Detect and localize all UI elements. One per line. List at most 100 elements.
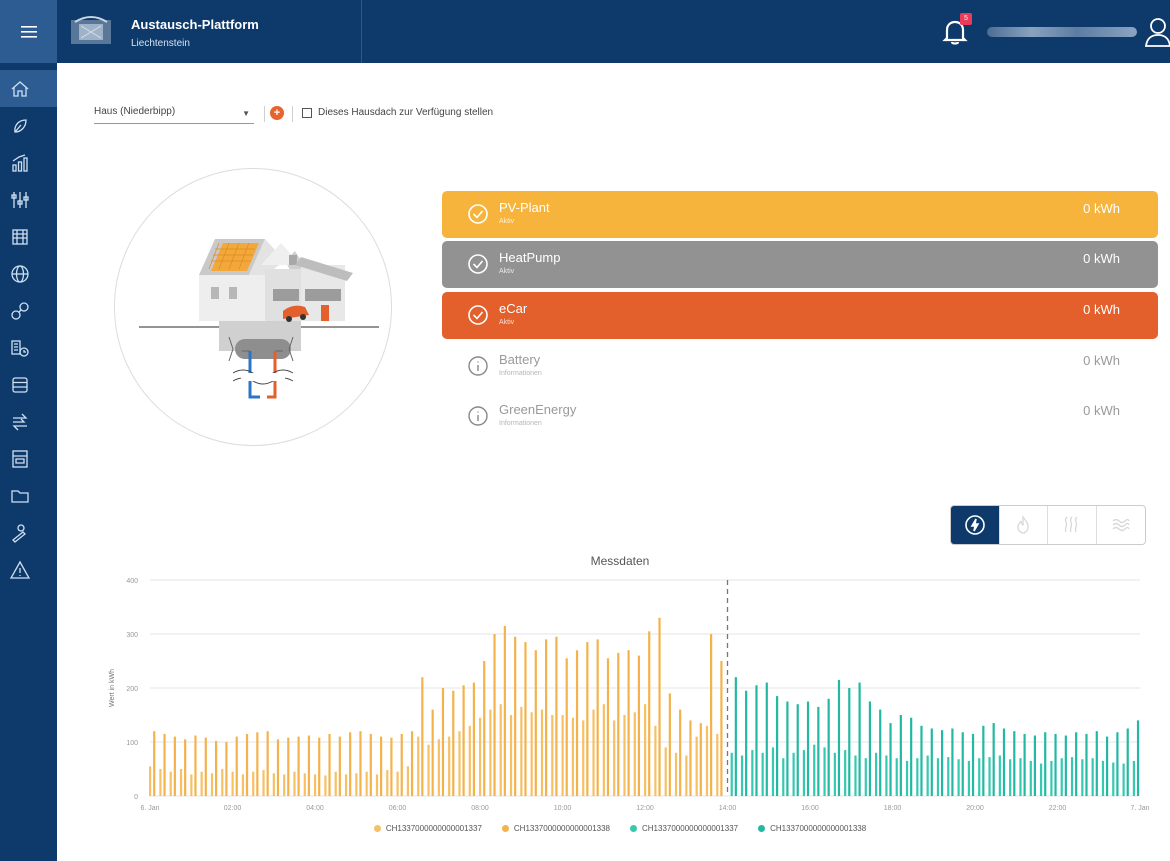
chart-bar	[427, 744, 430, 796]
toggle-electricity[interactable]	[951, 506, 1000, 544]
chart-bar	[710, 634, 713, 796]
chart-bar	[910, 717, 913, 796]
user-icon[interactable]	[1144, 16, 1170, 48]
legend-dot	[758, 825, 766, 832]
chart-bar	[149, 766, 152, 796]
sidebar-item-statistics[interactable]	[0, 144, 57, 181]
brand[interactable]: Austausch-Plattform Liechtenstein	[57, 0, 362, 63]
sidebar-item-exchange[interactable]	[0, 403, 57, 440]
chart-bar	[827, 698, 830, 796]
chart-bar	[314, 774, 317, 796]
sidebar-item-settings[interactable]	[0, 181, 57, 218]
device-heatpump[interactable]: HeatPump Aktiv 0 kWh	[442, 241, 1158, 288]
sidebar-item-servers[interactable]	[0, 366, 57, 403]
sidebar-item-buildings[interactable]	[0, 329, 57, 366]
chart-bar	[169, 771, 172, 796]
chart-bar	[380, 736, 383, 796]
chart-bar	[1085, 733, 1088, 796]
chart-bar	[978, 758, 981, 796]
chart-bar	[823, 747, 826, 796]
sidebar-item-documents[interactable]	[0, 477, 57, 514]
add-house-button[interactable]: +	[270, 106, 284, 120]
chart-bar	[297, 736, 300, 796]
sidebar-item-cabinet[interactable]	[0, 440, 57, 477]
chart-bar	[606, 658, 610, 796]
chart-bar	[225, 742, 228, 796]
chart-bar	[375, 774, 379, 796]
chart-bar	[623, 715, 626, 796]
sidebar-item-market[interactable]	[0, 218, 57, 255]
sidebar-item-globe[interactable]	[0, 255, 57, 292]
chart-legend: CH1337000000000001337 CH1337000000000001…	[0, 824, 1170, 833]
chart-bar	[231, 771, 234, 796]
chart-bar	[627, 650, 630, 796]
chart-bar	[905, 760, 909, 796]
chart-bar	[153, 731, 156, 796]
sidebar-item-network[interactable]	[0, 292, 57, 329]
hamburger-menu-button[interactable]	[0, 0, 57, 63]
legend-item[interactable]: CH1337000000000001338	[501, 824, 610, 833]
chart-bar	[1122, 763, 1125, 796]
chart-bar	[755, 685, 758, 796]
sidebar-nav	[0, 70, 57, 588]
device-value: 0 kWh	[1083, 403, 1120, 418]
device-pv-plant[interactable]: PV-Plant Aktiv 0 kWh	[442, 191, 1158, 238]
share-roof-checkbox[interactable]	[302, 108, 312, 118]
chart-bar	[344, 774, 348, 796]
x-tick-label: 06:00	[389, 805, 407, 812]
sidebar-item-home[interactable]	[0, 70, 57, 107]
toggle-heat[interactable]	[1048, 506, 1097, 544]
device-name: HeatPump	[499, 250, 561, 265]
chart-bar	[190, 774, 193, 796]
device-battery[interactable]: Battery Informationen 0 kWh	[442, 343, 1158, 390]
chart-bar	[806, 701, 810, 796]
chart-bar	[941, 730, 944, 796]
divider	[264, 106, 265, 122]
house-illustration-circle	[114, 168, 392, 446]
chart-bar	[400, 733, 403, 796]
chart-bar	[668, 693, 671, 796]
chart-bar	[1023, 733, 1026, 796]
sidebar-item-user-edit[interactable]	[0, 514, 57, 551]
x-tick-label: 22:00	[1049, 805, 1067, 812]
chart-bar	[210, 773, 214, 796]
chart-bar	[637, 655, 641, 796]
chart-bar	[602, 704, 605, 796]
chart-bar	[555, 636, 558, 796]
chart-bar	[338, 736, 341, 796]
device-status: Aktiv	[499, 218, 515, 225]
chart-bar	[813, 744, 816, 796]
chart-bar	[235, 736, 238, 796]
legend-item[interactable]: CH1337000000000001337	[630, 824, 738, 833]
device-name: GreenEnergy	[499, 402, 577, 417]
toggle-water[interactable]	[1097, 506, 1146, 544]
legend-item[interactable]: CH1337000000000001337	[373, 824, 482, 833]
chart-bar	[971, 733, 975, 796]
chart-bar	[699, 723, 702, 796]
device-ecar[interactable]: eCar Aktiv 0 kWh	[442, 292, 1158, 339]
chart-bar	[365, 771, 368, 796]
username-blurred[interactable]	[987, 27, 1137, 37]
house-select[interactable]: Haus (Niederbipp) ▼	[94, 106, 254, 124]
globe-icon	[11, 264, 29, 283]
chart-bar	[530, 712, 533, 796]
sliders-icon	[11, 191, 29, 208]
legend-item[interactable]: CH1337000000000001338	[758, 824, 866, 833]
chart-bar	[582, 720, 585, 796]
sidebar-item-leaf[interactable]	[0, 107, 57, 144]
chart-bar	[951, 728, 954, 796]
chart-bar	[1040, 763, 1043, 796]
chart-bar	[920, 725, 923, 796]
chart-bar	[633, 712, 636, 796]
house-illustration	[139, 239, 379, 399]
device-greenenergy[interactable]: GreenEnergy Informationen 0 kWh	[442, 393, 1158, 440]
chart-bar	[458, 731, 461, 796]
chart-bar	[545, 639, 548, 796]
chart-bar	[899, 715, 902, 796]
chart-bar	[1132, 760, 1136, 796]
caret-down-icon: ▼	[242, 109, 250, 118]
toggle-gas[interactable]	[1000, 506, 1048, 544]
chart-bar	[324, 775, 327, 796]
chart-bar	[272, 773, 275, 796]
chart-bar	[679, 709, 682, 796]
